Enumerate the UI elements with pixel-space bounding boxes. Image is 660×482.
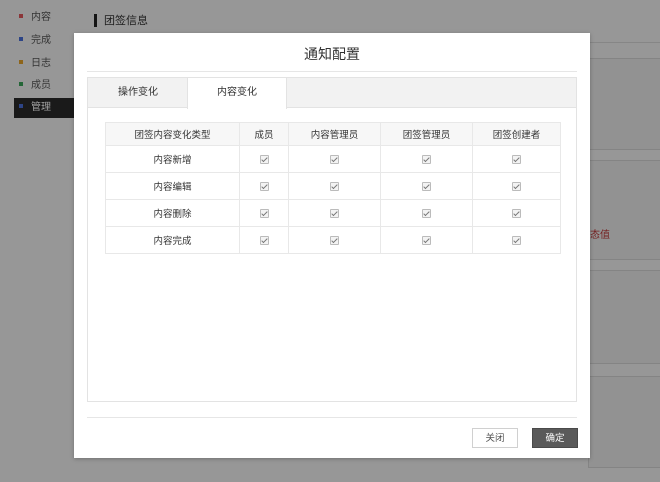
column-header-type: 团签内容变化类型	[105, 122, 240, 146]
tab-bar: 操作变化 内容变化	[88, 78, 576, 109]
checkbox[interactable]	[259, 154, 269, 164]
notification-config-dialog: 通知配置 操作变化 内容变化 团签内容变化类型 成员 内容管理员 团签管理员 团…	[74, 33, 590, 458]
row-label: 内容新增	[105, 145, 240, 173]
row-label: 内容删除	[105, 199, 240, 227]
checkbox[interactable]	[512, 235, 521, 245]
row-label: 内容编辑	[105, 172, 240, 200]
divider	[87, 417, 577, 418]
checkbox[interactable]	[259, 235, 269, 245]
checkbox[interactable]	[259, 208, 269, 218]
column-header-team-admin: 团签管理员	[380, 122, 473, 146]
checkbox[interactable]	[422, 208, 431, 218]
row-label: 内容完成	[105, 226, 240, 254]
table-row: 内容删除	[105, 199, 561, 227]
checkbox[interactable]	[330, 208, 339, 218]
dialog-title: 通知配置	[304, 47, 360, 63]
table-row: 内容完成	[105, 226, 561, 254]
tab-operation-changes[interactable]: 操作变化	[88, 78, 188, 108]
table-header-row: 团签内容变化类型 成员 内容管理员 团签管理员 团签创建者	[105, 122, 561, 146]
confirm-button[interactable]: 确定	[532, 428, 578, 448]
checkbox[interactable]	[330, 154, 339, 164]
column-header-content-admin: 内容管理员	[288, 122, 381, 146]
column-header-member: 成员	[239, 122, 289, 146]
checkbox[interactable]	[259, 181, 269, 191]
checkbox[interactable]	[422, 181, 431, 191]
checkbox[interactable]	[422, 154, 431, 164]
divider	[87, 71, 577, 72]
checkbox[interactable]	[512, 154, 521, 164]
notification-permission-table: 团签内容变化类型 成员 内容管理员 团签管理员 团签创建者 内容新增 内容编辑	[105, 122, 561, 254]
column-header-team-creator: 团签创建者	[472, 122, 561, 146]
checkbox[interactable]	[512, 208, 521, 218]
close-button[interactable]: 关闭	[472, 428, 518, 448]
checkbox[interactable]	[422, 235, 431, 245]
table-row: 内容新增	[105, 145, 561, 173]
table-row: 内容编辑	[105, 172, 561, 200]
checkbox[interactable]	[512, 181, 521, 191]
tab-content-changes[interactable]: 内容变化	[187, 78, 287, 109]
checkbox[interactable]	[330, 235, 339, 245]
checkbox[interactable]	[330, 181, 339, 191]
tab-panel: 操作变化 内容变化 团签内容变化类型 成员 内容管理员 团签管理员 团签创建者 …	[87, 77, 577, 402]
